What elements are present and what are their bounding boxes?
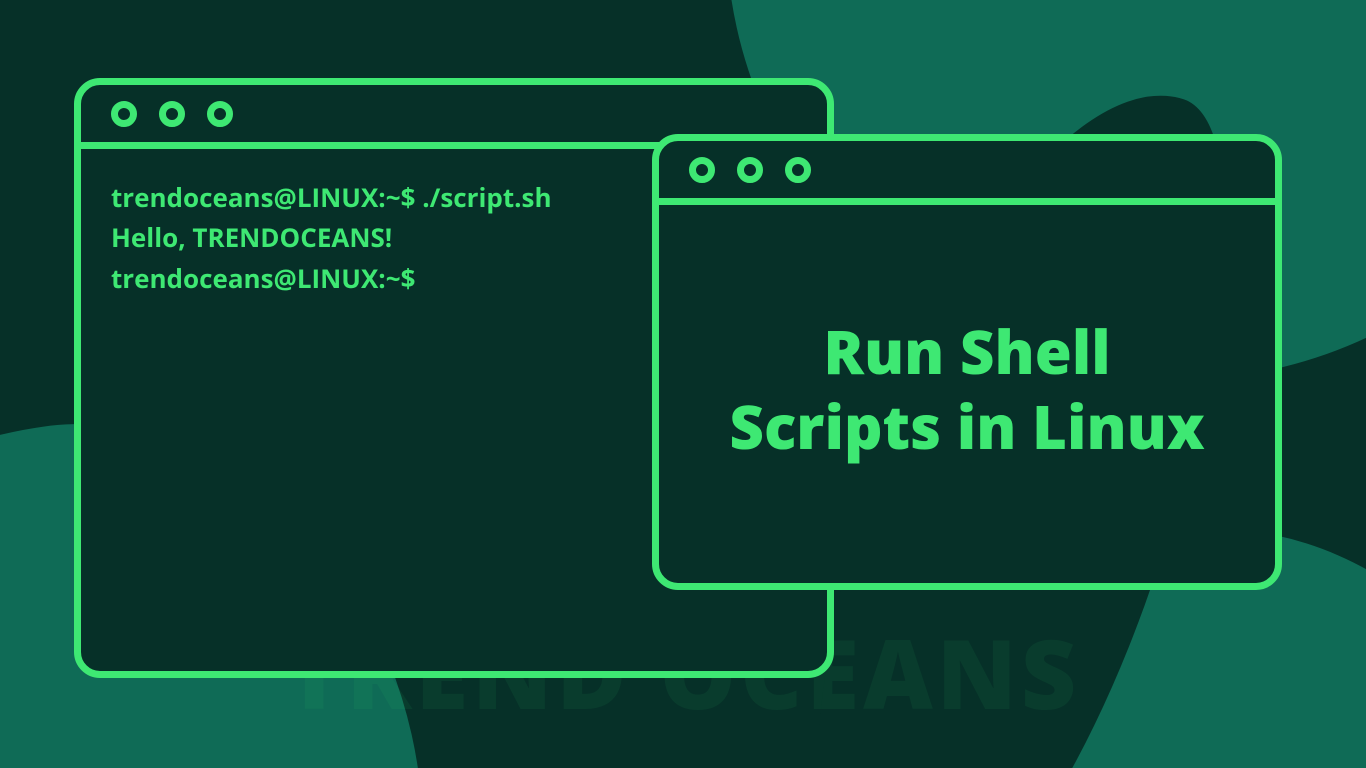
headline-window: Run Shell Scripts in Linux	[652, 134, 1282, 590]
headline-line: Scripts in Linux	[729, 385, 1204, 467]
window-dot-icon	[207, 101, 233, 127]
headline-line: Run Shell	[823, 310, 1110, 392]
headline-text: Run Shell Scripts in Linux	[729, 314, 1204, 464]
headline-titlebar	[659, 141, 1275, 205]
window-dot-icon	[689, 157, 715, 183]
window-dot-icon	[111, 101, 137, 127]
window-dot-icon	[159, 101, 185, 127]
window-dot-icon	[785, 157, 811, 183]
headline-body: Run Shell Scripts in Linux	[659, 205, 1275, 583]
window-dot-icon	[737, 157, 763, 183]
